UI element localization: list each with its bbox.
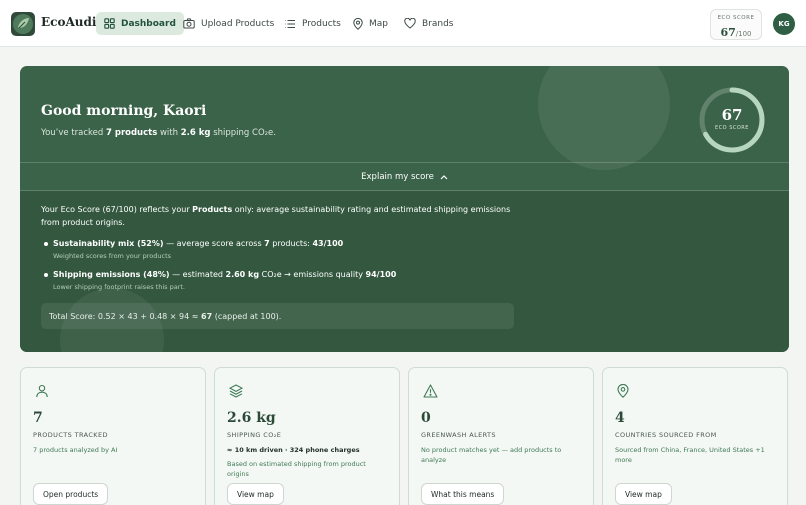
tracked-prefix: You’ve tracked: [41, 128, 104, 138]
nav-upload-label: Upload Products: [201, 18, 275, 29]
bullet1-subtext: Weighted scores from your products: [53, 252, 172, 260]
what-this-means-button[interactable]: What this means: [421, 483, 505, 505]
countries-sourced-value: 4: [615, 410, 625, 426]
map-pin-icon: [353, 17, 363, 30]
tracked-suffix: shipping CO₂e.: [213, 128, 276, 138]
tracked-co2: 2.6 kg: [180, 128, 211, 138]
score-summary: Your Eco Score (67/100) reflects your Pr…: [41, 203, 531, 229]
nav-dashboard[interactable]: Dashboard: [96, 12, 184, 35]
shipping-co2-desc: Based on estimated shipping from product…: [227, 460, 366, 478]
app-name: EcoAudit: [41, 15, 102, 29]
eco-score-pill[interactable]: ECO SCORE 67/100: [710, 9, 762, 40]
sustainability-bullet: Sustainability mix (52%) — average score…: [44, 239, 525, 260]
bullet2-title: Shipping emissions (48%): [53, 270, 170, 279]
bullet1-score: 43/100: [312, 239, 344, 248]
eco-score-pill-max: /100: [735, 30, 752, 38]
grid-icon: [104, 18, 115, 29]
top-nav: EcoAudit Dashboard Upload Products Produ…: [0, 0, 806, 47]
products-tracked-caption: PRODUCTS TRACKED: [33, 431, 108, 439]
bullet1-text-1: — average score across: [166, 239, 262, 248]
tracked-summary: You’ve tracked 7 products with 2.6 kg sh…: [41, 128, 276, 138]
shipping-co2-value: 2.6 kg: [227, 410, 276, 426]
user-avatar[interactable]: KG: [773, 13, 795, 35]
products-tracked-desc: 7 products analyzed by AI: [33, 446, 118, 454]
shipping-co2-caption: SHIPPING CO₂E: [227, 431, 282, 439]
view-map-button[interactable]: View map: [615, 483, 672, 505]
warning-icon: [423, 384, 438, 398]
bullet-dot: [44, 242, 48, 246]
countries-sourced-caption: COUNTRIES SOURCED FROM: [615, 431, 717, 439]
nav-products-label: Products: [302, 18, 341, 29]
greenwash-alerts-desc: No product matches yet — add products to…: [421, 446, 562, 464]
eco-score-hero: Good morning, Kaori You’ve tracked 7 pro…: [20, 66, 789, 352]
bullet2-score: 94/100: [365, 270, 397, 279]
eco-audit-logo[interactable]: [11, 12, 35, 36]
heart-icon: [404, 18, 416, 29]
products-tracked-card: 7 PRODUCTS TRACKED 7 products analyzed b…: [20, 367, 206, 505]
nav-products[interactable]: Products: [277, 12, 349, 35]
bullet1-title: Sustainability mix (52%): [53, 239, 164, 248]
nav-brands[interactable]: Brands: [396, 12, 462, 35]
bullet2-text-1: — estimated: [172, 270, 223, 279]
bullet1-count: 7: [264, 239, 270, 248]
nav-brands-label: Brands: [422, 18, 454, 29]
map-pin-icon: [617, 384, 629, 398]
tracked-products-count: 7 products: [105, 128, 158, 138]
bullet-dot: [44, 273, 48, 277]
bullet2-amount: 2.60 kg: [225, 270, 260, 279]
chevron-up-icon: [440, 174, 448, 179]
summary-bold: Products: [192, 205, 233, 214]
nav-map[interactable]: Map: [345, 12, 396, 35]
total-bold: 67: [201, 311, 213, 321]
greenwash-alerts-caption: GREENWASH ALERTS: [421, 431, 496, 439]
person-icon: [36, 384, 48, 398]
eco-score-label: ECO SCORE: [715, 125, 749, 131]
nav-upload-products[interactable]: Upload Products: [175, 12, 282, 35]
shipping-bullet: Shipping emissions (48%) — estimated 2.6…: [44, 270, 525, 291]
layers-icon: [229, 384, 243, 398]
explain-score-label: Explain my score: [361, 171, 434, 182]
score-explanation-panel: Your Eco Score (67/100) reflects your Pr…: [20, 191, 789, 352]
shipping-co2-equivalent: ≈ 10 km driven · 324 phone charges: [227, 446, 360, 454]
view-map-button[interactable]: View map: [227, 483, 284, 505]
bullet2-text-2: CO₂e → emissions quality: [261, 270, 363, 279]
greenwash-alerts-card: 0 GREENWASH ALERTS No product matches ye…: [408, 367, 594, 505]
countries-sourced-desc: Sourced from China, France, United State…: [615, 446, 765, 464]
shipping-co2-card: 2.6 kg SHIPPING CO₂E ≈ 10 km driven · 32…: [214, 367, 400, 505]
greeting-heading: Good morning, Kaori: [41, 103, 207, 119]
total-score-formula: Total Score: 0.52 × 43 + 0.48 × 94 ≈ 67 …: [41, 303, 514, 329]
eco-score-pill-value: 67: [720, 26, 736, 39]
eco-score-value: 67: [721, 106, 743, 124]
nav-map-label: Map: [369, 18, 388, 29]
total-text-2: (capped at 100).: [214, 311, 282, 321]
countries-sourced-card: 4 COUNTRIES SOURCED FROM Sourced from Ch…: [602, 367, 788, 505]
list-icon: [285, 19, 295, 28]
nav-dashboard-label: Dashboard: [121, 18, 176, 29]
eco-score-pill-label: ECO SCORE: [717, 15, 755, 21]
tracked-middle: with: [159, 128, 179, 138]
bullet2-subtext: Lower shipping footprint raises this par…: [53, 283, 185, 291]
open-products-button[interactable]: Open products: [33, 483, 109, 505]
total-text-1: Total Score: 0.52 × 43 + 0.48 × 94 ≈: [49, 311, 199, 321]
camera-icon: [183, 18, 195, 29]
summary-text-1: Your Eco Score (67/100) reflects your: [41, 205, 190, 214]
decorative-circle: [538, 66, 670, 170]
greenwash-alerts-value: 0: [421, 410, 431, 426]
products-tracked-value: 7: [33, 410, 43, 426]
explain-score-toggle[interactable]: Explain my score: [20, 162, 789, 191]
bullet1-text-2: products:: [272, 239, 310, 248]
